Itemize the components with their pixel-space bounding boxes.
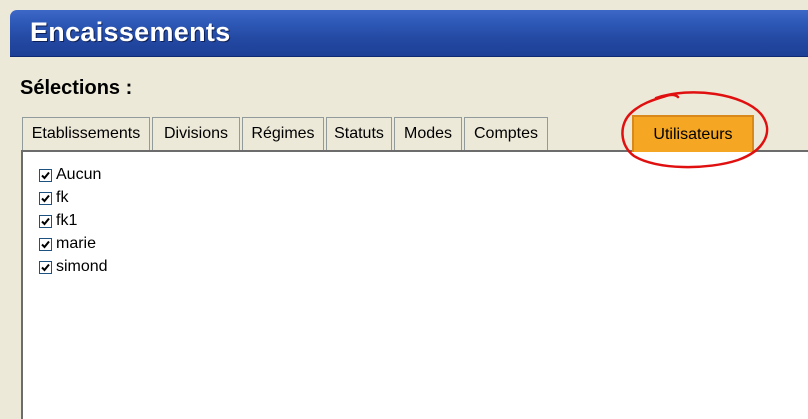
list-item-label: marie [56,235,97,252]
checkbox[interactable] [39,191,52,205]
list-item-label: Aucun [56,166,102,183]
checkmark-icon [41,240,50,248]
checkbox[interactable] [39,260,52,274]
tab-label: Comptes [473,125,539,142]
tab-comptes[interactable]: Comptes [464,117,548,150]
tab-strip: Etablissements Divisions Régimes Statuts… [22,115,808,152]
list-item-label: simond [56,258,108,275]
encaissements-window: Encaissements Sélections : Etablissement… [0,0,808,419]
checkmark-icon [41,217,50,225]
checkbox[interactable] [39,214,52,228]
tab-modes[interactable]: Modes [394,117,462,150]
tab-label: Régimes [251,125,315,142]
selections-label: Sélections : [20,77,133,99]
list-item[interactable]: simond [39,256,108,278]
checkmark-icon [41,263,50,271]
tab-regimes[interactable]: Régimes [242,117,324,150]
tab-label: Divisions [163,125,228,142]
tab-label: Etablissements [31,125,141,142]
list-item-label: fk [56,189,69,206]
checkmark-icon [41,171,50,179]
list-item[interactable]: marie [39,233,96,255]
tab-statuts[interactable]: Statuts [326,117,392,150]
tab-etablissements[interactable]: Etablissements [22,117,150,150]
tab-utilisateurs[interactable]: Utilisateurs [632,115,754,152]
checkbox[interactable] [39,237,52,251]
title-bar[interactable]: Encaissements [10,10,808,57]
list-item[interactable]: Aucun [39,164,101,186]
tab-label: Utilisateurs [653,125,733,143]
checkbox[interactable] [39,168,52,182]
list-item[interactable]: fk1 [39,210,77,232]
tab-label: Statuts [334,125,384,142]
checkmark-icon [41,194,50,202]
users-list-panel: Aucun fk fk1 marie simond [21,150,808,419]
window-title: Encaissements [30,17,231,47]
tab-divisions[interactable]: Divisions [152,117,240,150]
list-item-label: fk1 [56,212,78,229]
tab-label: Modes [403,125,453,142]
list-item[interactable]: fk [39,187,68,209]
